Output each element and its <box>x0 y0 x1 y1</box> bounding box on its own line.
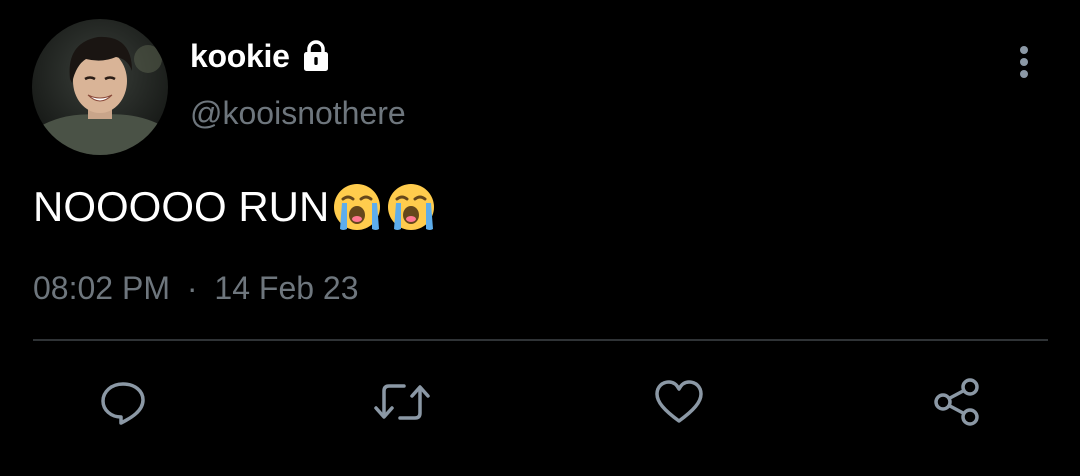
username-handle[interactable]: @kooisnothere <box>190 95 406 132</box>
like-icon <box>655 380 703 423</box>
timestamp-separator: · <box>186 270 198 306</box>
avatar[interactable] <box>32 19 168 155</box>
tweet-body: NOOOOO RUN <box>33 183 330 230</box>
divider <box>33 339 1048 341</box>
retweet-icon <box>374 384 430 420</box>
share-icon <box>934 378 979 426</box>
tweet-actions-bar <box>0 370 1080 434</box>
tweet-text: NOOOOO RUN <box>33 180 437 234</box>
like-button[interactable] <box>647 370 711 434</box>
share-button[interactable] <box>925 370 989 434</box>
loudly-crying-face-icon <box>331 181 383 233</box>
display-name[interactable]: kookie <box>190 38 290 75</box>
tweet-timestamp[interactable]: 08:02 PM · 14 Feb 23 <box>33 270 359 307</box>
more-vertical-icon <box>1020 46 1028 78</box>
avatar-photo <box>32 19 168 155</box>
reply-button[interactable] <box>91 370 155 434</box>
lock-icon <box>298 38 334 74</box>
author-name-row: kookie <box>190 36 334 76</box>
reply-icon <box>101 382 145 425</box>
more-options-button[interactable] <box>1004 40 1044 84</box>
tweet-date: 14 Feb 23 <box>214 270 359 306</box>
retweet-button[interactable] <box>370 370 434 434</box>
tweet-time: 08:02 PM <box>33 270 170 306</box>
tweet-detail: kookie @kooisnothere NOOOOO RUN 08:02 PM… <box>0 0 1080 476</box>
loudly-crying-face-icon <box>385 181 437 233</box>
